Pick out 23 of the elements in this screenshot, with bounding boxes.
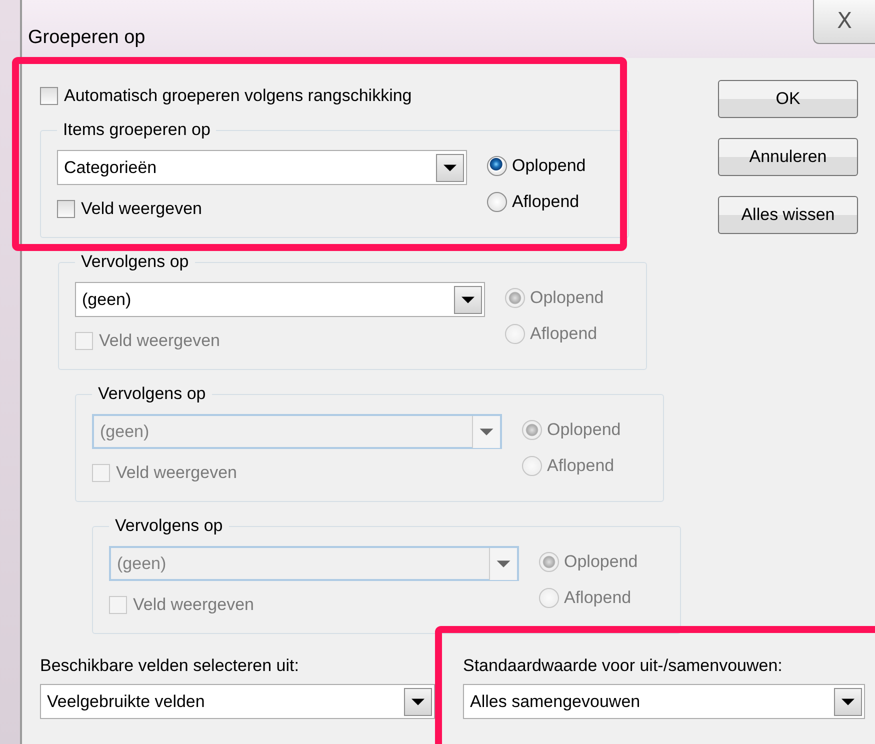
dialog-button[interactable]: Annuleren (718, 138, 858, 176)
close-button[interactable]: X (813, 0, 875, 44)
radio-button[interactable] (487, 156, 507, 176)
field-label: Standaardwaarde voor uit-/samenvouwen: (463, 656, 784, 676)
group-title: Vervolgens op (80, 252, 190, 272)
dropdown[interactable]: Categorieën (57, 150, 467, 185)
checkbox[interactable] (57, 200, 75, 218)
dialog-button[interactable]: OK (718, 80, 858, 118)
window-title: Groeperen op (28, 27, 146, 49)
dropdown[interactable]: (geen) (75, 282, 485, 317)
dialog-button[interactable]: Alles wissen (718, 196, 858, 234)
checkbox-label[interactable]: Automatisch groeperen volgens rangschikking (64, 86, 412, 106)
group-title: Vervolgens op (114, 516, 224, 536)
dropdown[interactable]: Veelgebruikte velden (40, 684, 435, 719)
group-title: Items groeperen op (62, 120, 212, 140)
dropdown[interactable]: Alles samengevouwen (463, 684, 865, 719)
field-label: Beschikbare velden selecteren uit: (40, 656, 300, 676)
radio-label[interactable]: Aflopend (512, 192, 580, 212)
checkbox[interactable] (40, 87, 58, 105)
radio-label[interactable]: Oplopend (512, 156, 586, 176)
checkbox-label[interactable]: Veld weergeven (81, 199, 202, 219)
radio-button[interactable] (487, 192, 507, 212)
group-title: Vervolgens op (97, 384, 207, 404)
